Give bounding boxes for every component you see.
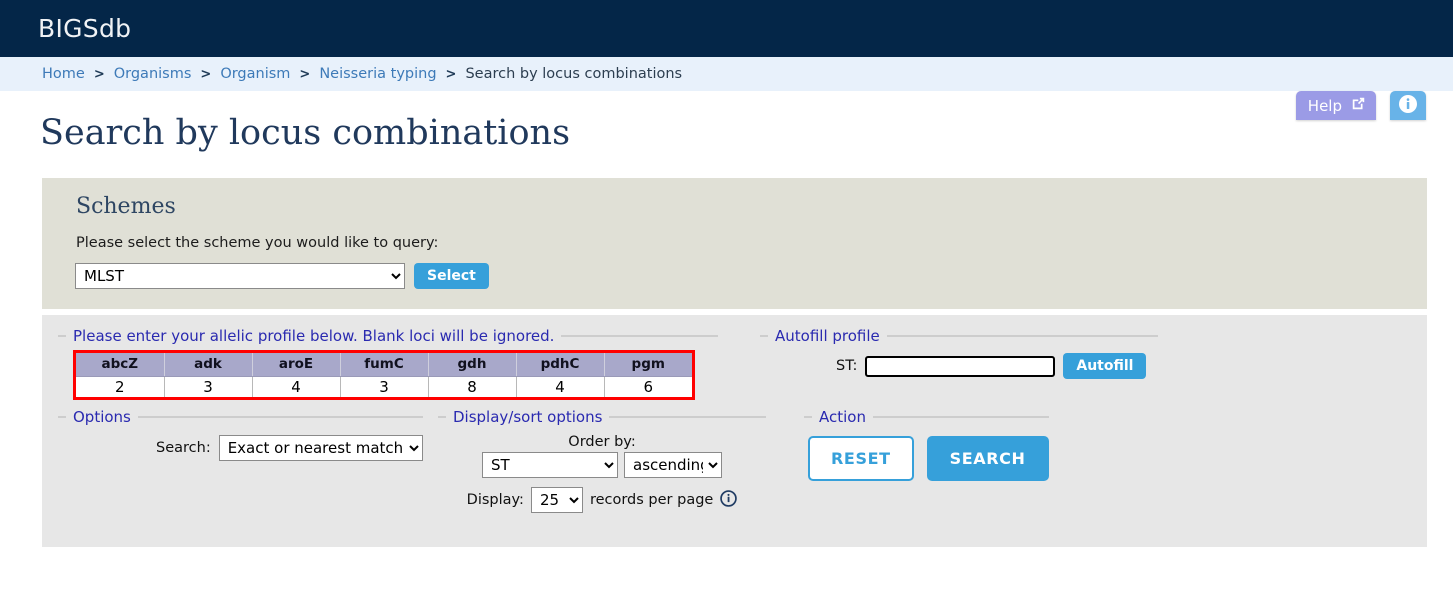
order-by-field-select[interactable]: ST (482, 452, 618, 478)
locus-header-row: abcZ adk aroE fumC gdh pdhC pgm (76, 353, 692, 377)
locus-cell-abcZ (76, 376, 165, 397)
help-button[interactable]: Help (1295, 91, 1376, 120)
scheme-select[interactable]: MLST (75, 263, 405, 289)
allelic-profile-table: abcZ adk aroE fumC gdh pdhC pgm (76, 353, 692, 397)
locus-header-fumC: fumC (340, 353, 429, 377)
locus-input-adk[interactable] (164, 377, 252, 397)
schemes-heading: Schemes (76, 194, 176, 219)
query-panel: Please enter your allelic profile below.… (42, 315, 1427, 547)
records-per-page-select[interactable]: 25 (530, 487, 583, 513)
info-circle-icon[interactable] (720, 489, 738, 511)
info-button[interactable] (1390, 91, 1426, 120)
help-label: Help (1307, 96, 1342, 115)
locus-cell-fumC (340, 376, 429, 397)
st-input[interactable] (865, 355, 1056, 377)
app-header: BIGSdb (0, 0, 1453, 57)
records-per-page-suffix: records per page (589, 492, 714, 508)
breadcrumb-separator: > (93, 66, 105, 82)
info-icon (1398, 94, 1418, 118)
options-legend: Options (73, 408, 131, 426)
search-mode-row: Search: Exact or nearest match (156, 435, 423, 461)
search-mode-select[interactable]: Exact or nearest match (218, 435, 423, 461)
action-fieldset: Action RESET SEARCH (804, 408, 1049, 481)
autofill-row: ST: Autofill (836, 353, 1158, 379)
reset-button[interactable]: RESET (808, 436, 914, 481)
action-buttons: RESET SEARCH (808, 436, 1049, 481)
allelic-profile-fieldset: Please enter your allelic profile below.… (58, 327, 718, 404)
schemes-panel: Schemes Please select the scheme you wou… (42, 178, 1427, 309)
breadcrumb-separator: > (200, 66, 212, 82)
order-by-label: Order by: (568, 434, 636, 450)
action-legend: Action (819, 408, 866, 426)
allelic-profile-highlight: abcZ adk aroE fumC gdh pdhC pgm (73, 350, 695, 400)
breadcrumb-item-organisms[interactable]: Organisms (114, 66, 192, 82)
locus-input-gdh[interactable] (428, 377, 516, 397)
utility-buttons: Help (1295, 91, 1426, 120)
breadcrumb-item-home[interactable]: Home (42, 66, 85, 82)
display-label: Display: (466, 492, 524, 508)
autofill-legend: Autofill profile (775, 327, 880, 345)
locus-cell-aroE (252, 376, 341, 397)
locus-header-adk: adk (164, 353, 253, 377)
app-title: BIGSdb (38, 14, 132, 43)
locus-cell-pdhC (516, 376, 605, 397)
breadcrumb-separator: > (445, 66, 457, 82)
locus-cell-gdh (428, 376, 517, 397)
scheme-selection-row: MLST Select (75, 263, 1409, 289)
st-label: ST: (836, 358, 858, 374)
locus-input-fumC[interactable] (340, 377, 428, 397)
search-mode-label: Search: (156, 440, 211, 456)
breadcrumb-item-organism[interactable]: Organism (220, 66, 290, 82)
locus-header-aroE: aroE (252, 353, 341, 377)
locus-header-gdh: gdh (428, 353, 517, 377)
records-per-page-row: Display: 25 records per page (438, 487, 766, 513)
display-options-legend: Display/sort options (453, 408, 603, 426)
search-button[interactable]: SEARCH (926, 436, 1049, 481)
locus-header-abcZ: abcZ (76, 353, 165, 377)
autofill-fieldset: Autofill profile ST: Autofill (760, 327, 1158, 379)
autofill-button[interactable]: Autofill (1063, 353, 1147, 379)
display-options-fieldset: Display/sort options Order by: ST ascend… (438, 408, 766, 513)
locus-input-pgm[interactable] (604, 377, 692, 397)
breadcrumb-item-neisseria-typing[interactable]: Neisseria typing (319, 66, 436, 82)
order-direction-select[interactable]: ascending (624, 452, 722, 478)
page-title: Search by locus combinations (40, 113, 571, 153)
external-link-icon (1350, 95, 1367, 116)
allelic-profile-legend: Please enter your allelic profile below.… (73, 327, 555, 345)
locus-value-row (76, 376, 692, 397)
locus-input-pdhC[interactable] (516, 377, 604, 397)
select-scheme-button[interactable]: Select (414, 263, 489, 289)
breadcrumb-item-current: Search by locus combinations (465, 66, 683, 82)
locus-header-pdhC: pdhC (516, 353, 605, 377)
locus-input-abcZ[interactable] (76, 377, 164, 397)
options-fieldset: Options Search: Exact or nearest match (58, 408, 423, 461)
locus-cell-pgm (604, 376, 692, 397)
schemes-prompt: Please select the scheme you would like … (76, 235, 439, 251)
breadcrumb-separator: > (299, 66, 311, 82)
locus-cell-adk (164, 376, 253, 397)
order-by-row: ST ascending (438, 452, 766, 478)
breadcrumb: Home > Organisms > Organism > Neisseria … (0, 57, 1453, 91)
locus-input-aroE[interactable] (252, 377, 340, 397)
locus-header-pgm: pgm (604, 353, 692, 377)
